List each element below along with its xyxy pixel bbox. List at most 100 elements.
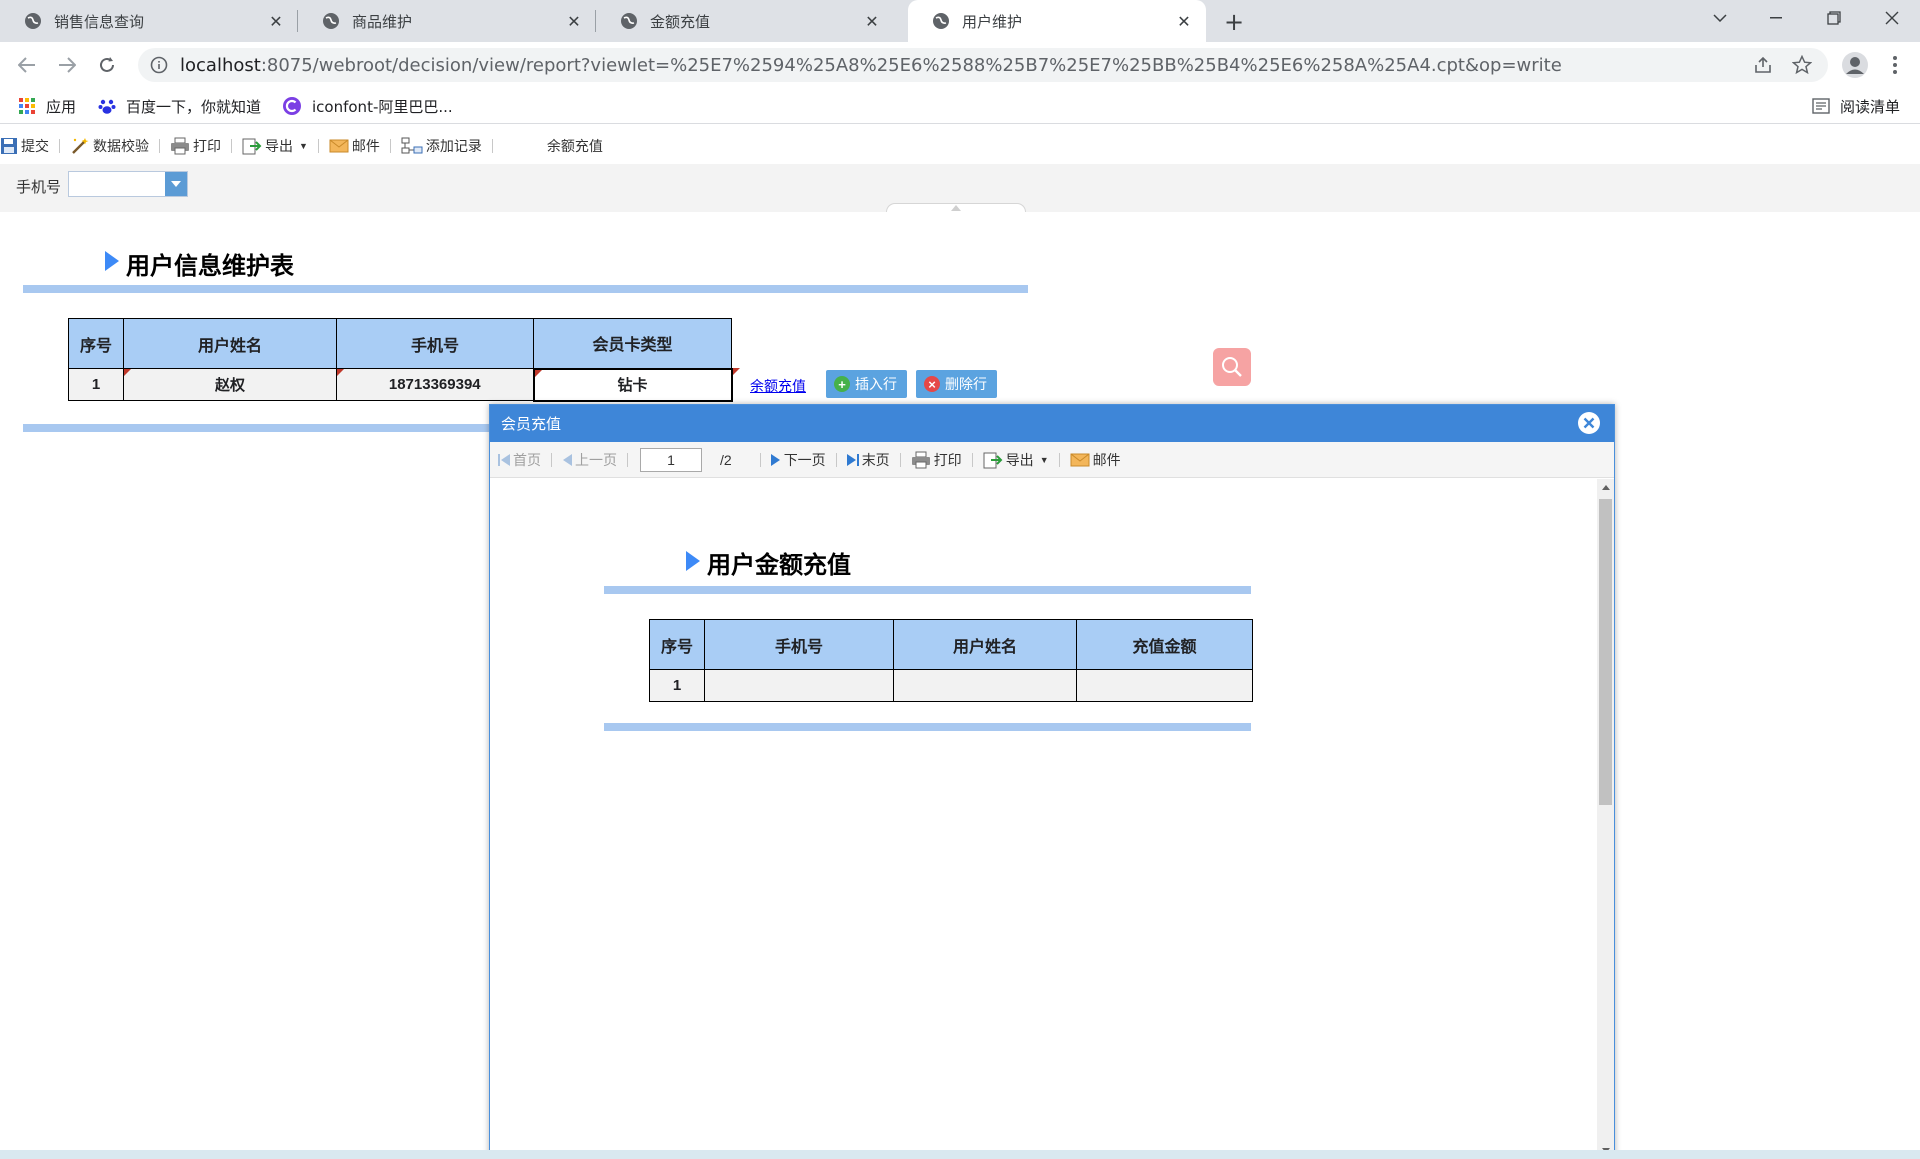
recharge-link[interactable]: 余额充值: [750, 376, 806, 396]
bookmark-apps[interactable]: 应用: [18, 94, 76, 118]
printer-icon: [170, 137, 190, 155]
tab-search-chevron-icon[interactable]: [1692, 0, 1748, 36]
printer-icon: [911, 451, 931, 469]
table-bottom-rule: [604, 723, 1251, 731]
menu-kebab-icon[interactable]: [1880, 50, 1910, 80]
tab-title: 用户维护: [962, 12, 1023, 31]
pager-toolbar: 首页 上一页 1 /2 下一页 末页 打印 导出 ▼ 邮件: [490, 442, 1614, 478]
amount-cell[interactable]: [1076, 669, 1253, 702]
card-type-cell[interactable]: 钻卡: [532, 367, 740, 402]
dialog-report-title: 用户金额充值: [707, 552, 851, 579]
export-button[interactable]: 导出 ▼: [238, 134, 312, 158]
next-page-button[interactable]: 下一页: [767, 448, 830, 472]
dialog-email-button[interactable]: 邮件: [1066, 448, 1125, 472]
search-icon: [1222, 357, 1242, 377]
close-icon[interactable]: ✕: [564, 11, 584, 31]
balance-recharge-button[interactable]: 余额充值: [543, 134, 607, 158]
last-page-button[interactable]: 末页: [843, 448, 894, 472]
export-icon: [242, 137, 262, 155]
phone-cell[interactable]: [704, 669, 894, 702]
next-page-icon: [770, 453, 781, 467]
dropdown-arrow-icon[interactable]: [165, 172, 187, 196]
member-recharge-dialog: 会员充值 首页 上一页 1 /2 下一页 末页 打印 导出 ▼ 邮件 用户金额充…: [489, 404, 1615, 1159]
prev-page-button[interactable]: 上一页: [558, 448, 621, 472]
scrollbar-thumb[interactable]: [1599, 499, 1612, 805]
iconfont-logo-icon: [282, 96, 302, 116]
email-button[interactable]: 邮件: [325, 134, 384, 158]
minimize-button[interactable]: [1748, 0, 1804, 36]
submit-button[interactable]: 提交: [0, 134, 53, 158]
globe-icon: [932, 12, 950, 30]
profile-avatar-icon[interactable]: [1838, 48, 1872, 82]
restore-button[interactable]: [1806, 0, 1862, 36]
insert-row-button[interactable]: + 插入行: [826, 370, 907, 398]
browser-toolbar: localhost:8075/webroot/decision/view/rep…: [0, 42, 1920, 88]
title-arrow-icon: [686, 551, 700, 571]
last-page-icon: [846, 453, 859, 467]
share-icon[interactable]: [1748, 50, 1778, 80]
scroll-up-arrow-icon[interactable]: [1597, 479, 1614, 496]
title-underline: [23, 285, 1028, 293]
star-bookmark-icon[interactable]: [1787, 50, 1817, 80]
bookmark-label: 阅读清单: [1840, 97, 1901, 116]
close-icon[interactable]: [1578, 412, 1600, 434]
dialog-print-button[interactable]: 打印: [907, 448, 966, 472]
seq-cell: 1: [649, 669, 705, 702]
url-text: localhost:8075/webroot/decision/view/rep…: [180, 54, 1562, 76]
browser-tab-1[interactable]: 商品维护 ✕: [298, 0, 596, 42]
dialog-header: 会员充值: [490, 405, 1614, 442]
name-cell[interactable]: [893, 669, 1077, 702]
dialog-report-body: 用户金额充值 序号 手机号 用户姓名 充值金额 1: [490, 479, 1614, 1159]
column-header: 序号: [649, 619, 705, 670]
reading-list[interactable]: 阅读清单: [1812, 94, 1900, 118]
close-icon[interactable]: ✕: [1174, 11, 1194, 31]
back-arrow-icon[interactable]: [12, 50, 42, 80]
collapse-parameter-handle[interactable]: [886, 203, 1026, 212]
close-icon[interactable]: ✕: [266, 11, 286, 31]
add-record-icon: [401, 137, 423, 155]
reading-list-icon: [1812, 98, 1830, 114]
add-record-button[interactable]: 添加记录: [397, 134, 486, 158]
forward-arrow-icon[interactable]: [52, 50, 82, 80]
info-icon[interactable]: [150, 56, 168, 74]
bookmark-iconfont[interactable]: iconfont-阿里巴巴...: [282, 94, 453, 118]
prev-page-icon: [562, 453, 572, 467]
report-title: 用户信息维护表: [126, 253, 294, 280]
save-disk-icon: [0, 137, 18, 155]
page-number-input[interactable]: 1: [640, 447, 702, 472]
validate-data-button[interactable]: 数据校验: [66, 134, 153, 158]
seq-cell: 1: [68, 368, 124, 401]
magic-wand-icon: [70, 137, 90, 155]
new-tab-button[interactable]: +: [1220, 8, 1248, 36]
print-button[interactable]: 打印: [166, 134, 225, 158]
bookmark-baidu[interactable]: 百度一下，你就知道: [98, 94, 261, 118]
vertical-scrollbar[interactable]: [1597, 479, 1614, 1159]
window-close-button[interactable]: [1864, 0, 1920, 36]
bookmarks-bar: 应用 百度一下，你就知道 iconfont-阿里巴巴... 阅读清单: [0, 88, 1920, 124]
column-header: 手机号: [336, 318, 534, 369]
title-arrow-icon: [105, 251, 119, 271]
phone-param-combo[interactable]: [68, 171, 188, 197]
tab-title: 销售信息查询: [54, 12, 145, 31]
name-cell[interactable]: 赵权: [123, 368, 337, 401]
delete-x-icon: ×: [924, 376, 940, 392]
phone-cell[interactable]: 18713369394: [336, 368, 534, 401]
browser-tab-0[interactable]: 销售信息查询 ✕: [0, 0, 298, 42]
dialog-title: 会员充值: [501, 416, 562, 433]
globe-icon: [24, 12, 42, 30]
table-bottom-rule: [23, 424, 503, 432]
bookmark-label: 百度一下，你就知道: [126, 97, 262, 116]
close-icon[interactable]: ✕: [862, 11, 882, 31]
reload-icon[interactable]: [92, 50, 122, 80]
delete-row-button[interactable]: × 删除行: [916, 370, 997, 398]
browser-tab-2[interactable]: 金额充值 ✕: [596, 0, 894, 42]
first-page-icon: [498, 453, 510, 467]
first-page-button[interactable]: 首页: [494, 448, 545, 472]
address-bar[interactable]: localhost:8075/webroot/decision/view/rep…: [138, 48, 1828, 82]
search-button[interactable]: [1213, 348, 1251, 386]
dropdown-caret-icon: ▼: [1039, 454, 1049, 465]
dialog-export-button[interactable]: 导出 ▼: [979, 448, 1053, 472]
page-total: /2: [720, 451, 732, 468]
browser-tab-3-active[interactable]: 用户维护 ✕: [908, 0, 1206, 42]
bookmark-label: iconfont-阿里巴巴...: [312, 97, 453, 116]
